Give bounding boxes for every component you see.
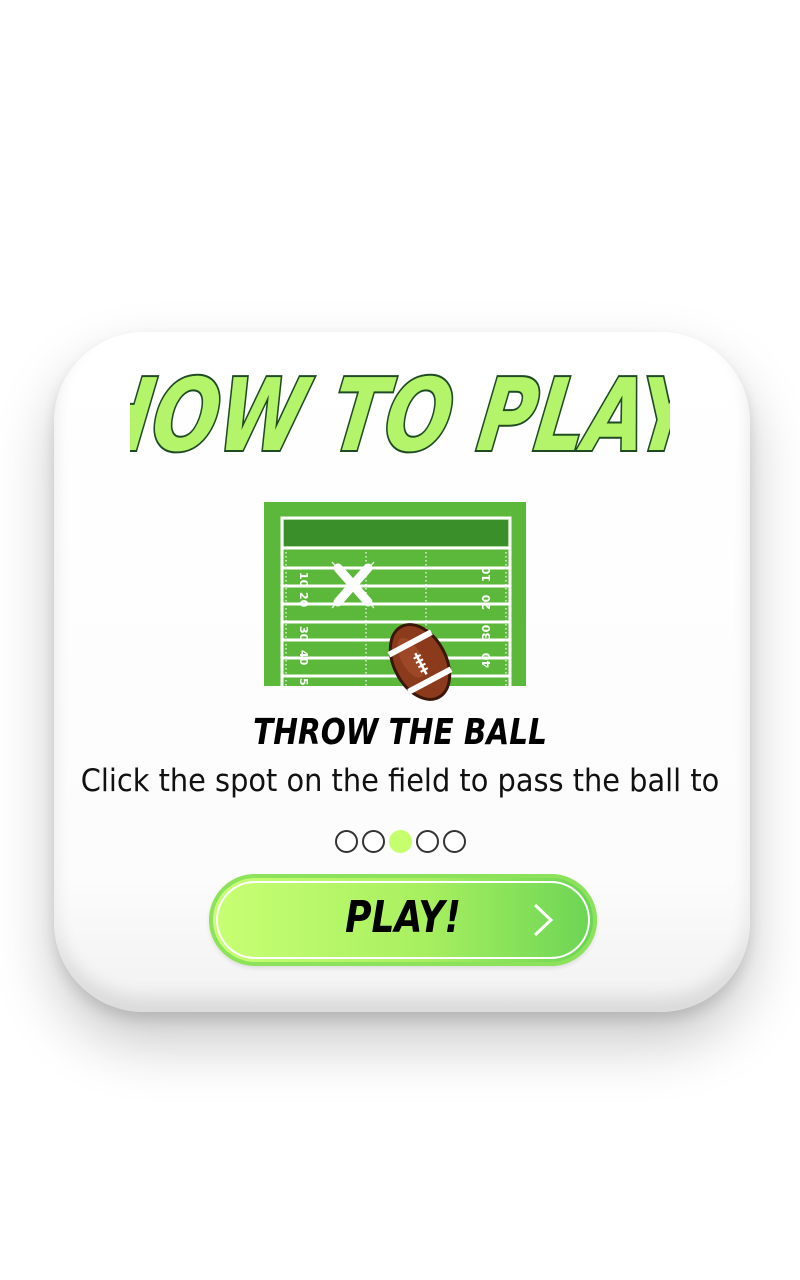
yard-number-left-10: 10 bbox=[297, 572, 310, 588]
yard-number-left-5: 5 bbox=[297, 678, 310, 686]
yard-number-right-30: 30 bbox=[480, 624, 493, 640]
yard-number-right-10: 10 bbox=[480, 566, 493, 582]
play-button[interactable]: PLAY! bbox=[209, 874, 597, 966]
field-illustration: 10 20 30 40 5 10 20 30 40 bbox=[264, 502, 528, 708]
play-button-label: PLAY! bbox=[345, 892, 461, 943]
title-graphic: HOW TO PLAY bbox=[130, 356, 670, 464]
yard-number-right-20: 20 bbox=[480, 594, 493, 610]
yard-number-left-40: 40 bbox=[297, 650, 310, 666]
yard-number-left-20: 20 bbox=[297, 592, 310, 608]
yard-number-left-30: 30 bbox=[297, 626, 310, 642]
pagination-dots bbox=[0, 828, 800, 856]
page-dot-3-active[interactable] bbox=[388, 830, 412, 853]
page-dot-4[interactable] bbox=[415, 830, 439, 853]
page-dot-5[interactable] bbox=[442, 830, 466, 853]
step-description: Click the spot on the field to pass the … bbox=[80, 763, 720, 799]
dialog-title: HOW TO PLAY bbox=[0, 354, 800, 484]
title-text: HOW TO PLAY bbox=[130, 358, 670, 464]
chevron-right-icon bbox=[533, 903, 554, 937]
end-zone bbox=[284, 520, 508, 546]
page-dot-2[interactable] bbox=[361, 830, 385, 853]
yard-number-right-40: 40 bbox=[480, 652, 493, 668]
step-title: THROW THE BALL bbox=[253, 712, 547, 753]
page-dot-1[interactable] bbox=[334, 830, 358, 853]
game-screen: HOW TO PLAY 10 20 30 40 5 10 20 30 40 TH… bbox=[0, 0, 800, 1280]
